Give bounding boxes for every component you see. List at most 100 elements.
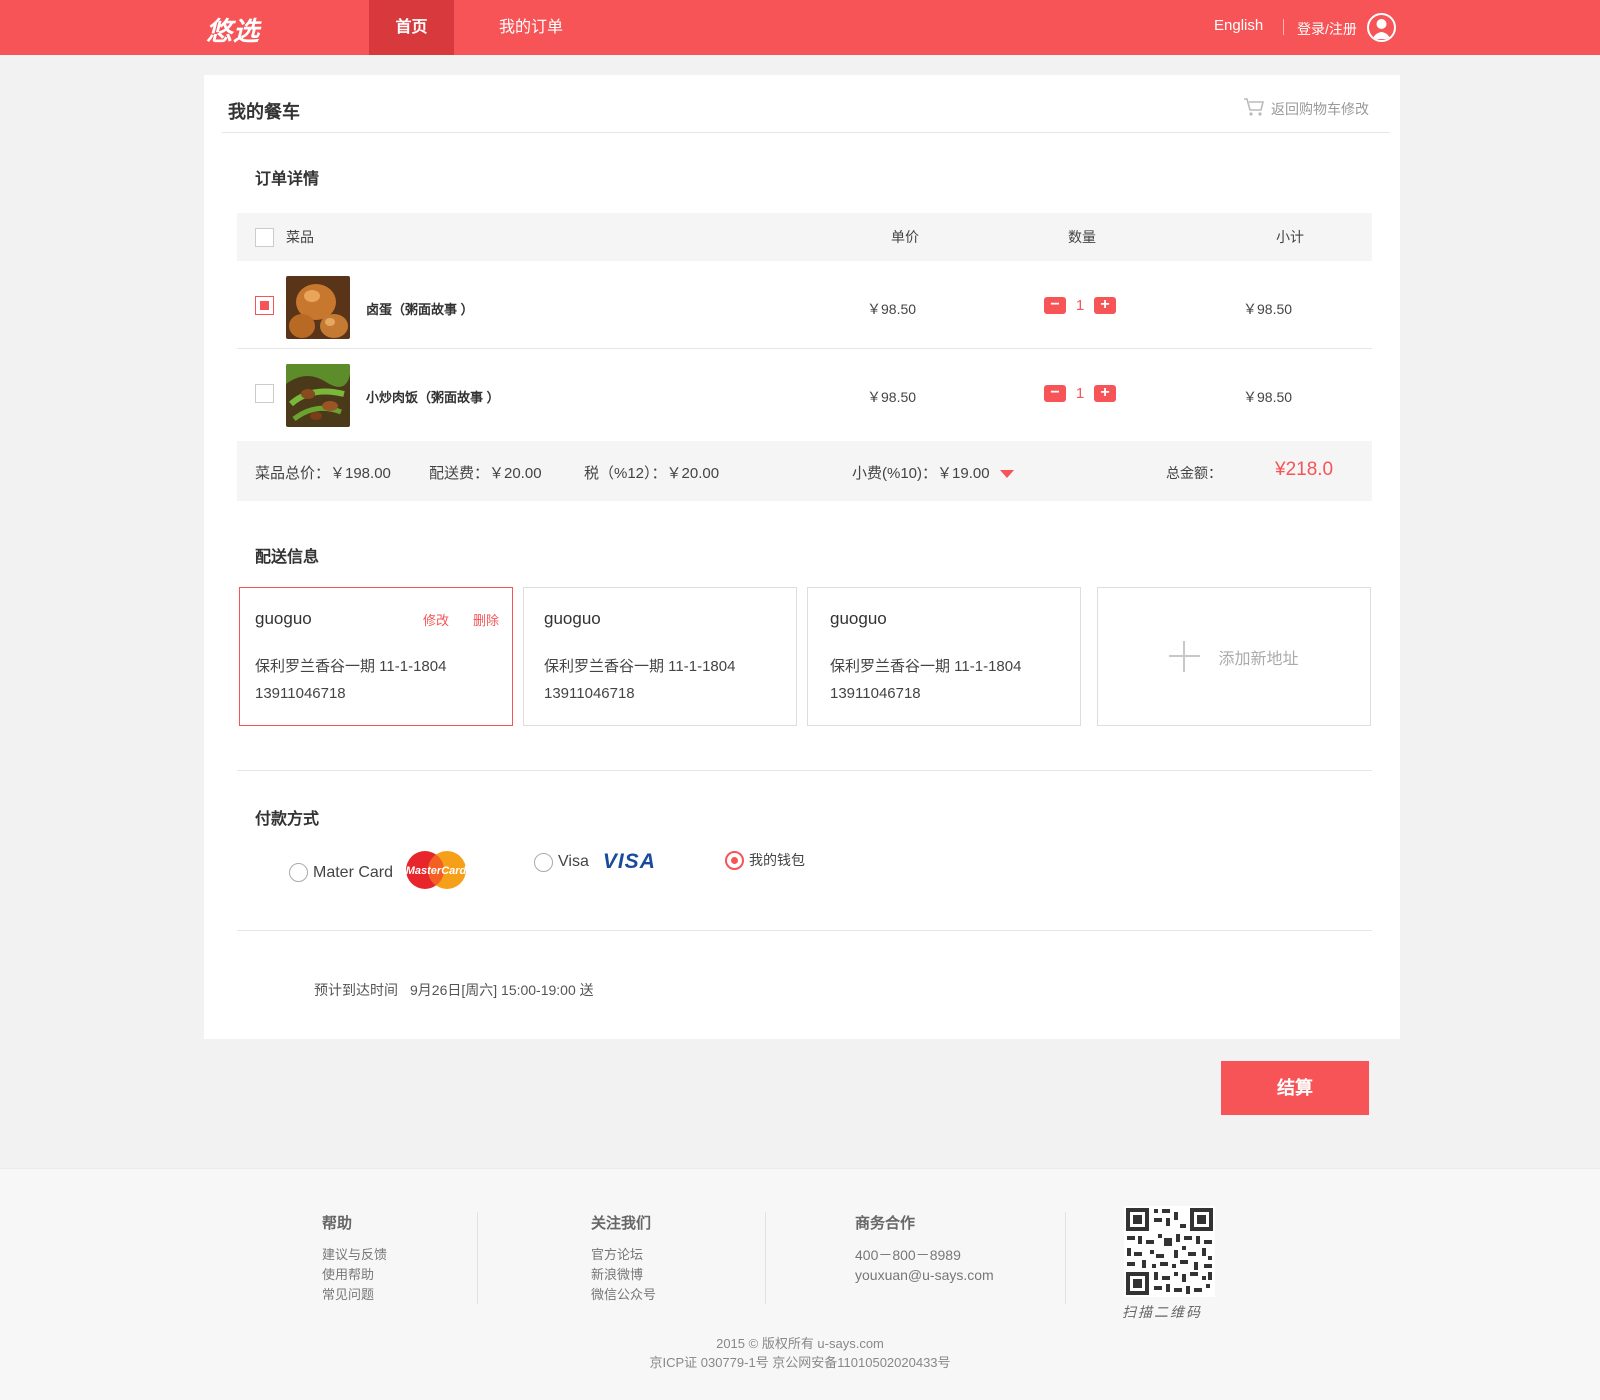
dish-name: 卤蛋（粥面故事 ） xyxy=(366,302,474,317)
delivery-fee: 配送费：￥20.00 xyxy=(429,465,542,482)
delete-address-link[interactable]: 删除 xyxy=(473,610,499,629)
address-phone: 13911046718 xyxy=(830,685,921,702)
delivery-info-title: 配送信息 xyxy=(255,549,320,566)
decrease-button[interactable]: − xyxy=(1044,385,1066,402)
mastercard-logo: MasterCard xyxy=(404,850,468,895)
address-name: guoguo xyxy=(830,609,887,628)
footer-divider xyxy=(477,1212,478,1304)
divider xyxy=(237,930,1372,931)
table-row: 小炒肉饭（粥面故事 ） ￥98.50 − 1 + ￥98.50 xyxy=(237,349,1372,437)
divider xyxy=(237,770,1372,771)
eta-label: 预计到达时间 xyxy=(314,982,398,998)
increase-button[interactable]: + xyxy=(1094,385,1116,402)
order-summary: 菜品总价：￥198.00 配送费：￥20.00 税（%12）：￥20.00 小费… xyxy=(237,441,1372,501)
tip-value: 小费(%10)：￥19.00 xyxy=(852,465,990,482)
footer-business-title: 商务合作 xyxy=(855,1215,916,1232)
footer-link[interactable]: 新浪微博 xyxy=(591,1265,656,1285)
order-details-title: 订单详情 xyxy=(255,171,320,188)
language-switch[interactable]: English xyxy=(1214,17,1263,34)
radio-button[interactable] xyxy=(289,863,308,882)
payment-method-title: 付款方式 xyxy=(255,811,320,828)
payment-option-mastercard[interactable]: Mater Card MasterCard xyxy=(289,850,468,895)
tip-selector[interactable]: 小费(%10)：￥19.00 xyxy=(852,462,1014,483)
eta-value: 9月26日[周六] 15:00-19:00 送 xyxy=(410,982,594,998)
address-phone: 13911046718 xyxy=(544,685,635,702)
login-register-link[interactable]: 登录/注册 xyxy=(1297,19,1357,39)
payment-option-visa[interactable]: Visa VISA xyxy=(534,850,656,874)
user-avatar-icon[interactable] xyxy=(1367,13,1396,42)
footer-link[interactable]: 官方论坛 xyxy=(591,1245,656,1265)
address-card[interactable]: guoguo 保利罗兰香谷一期 11-1-1804 13911046718 xyxy=(523,587,797,726)
footer-link[interactable]: 常见问题 xyxy=(322,1285,387,1305)
business-phone: 400－800－8989 xyxy=(855,1247,961,1263)
address-name: guoguo xyxy=(255,609,312,628)
payment-label: Visa xyxy=(558,853,589,870)
edit-address-link[interactable]: 修改 xyxy=(423,610,449,629)
quantity-stepper: − 1 + xyxy=(1044,385,1116,402)
payment-label: Mater Card xyxy=(313,863,394,881)
address-phone: 13911046718 xyxy=(255,685,346,702)
add-address-label: 添加新地址 xyxy=(1218,650,1299,668)
back-to-cart-link[interactable]: 返回购物车修改 xyxy=(1243,97,1369,120)
plus-icon xyxy=(1169,641,1201,672)
visa-logo: VISA xyxy=(602,850,656,873)
footer-divider xyxy=(765,1212,766,1304)
nav-separator xyxy=(1283,19,1284,35)
copyright-line: 2015 © 版权所有 u-says.com xyxy=(716,1336,884,1351)
total-amount: ¥218.0 xyxy=(1275,459,1334,480)
footer-help-title: 帮助 xyxy=(322,1215,353,1232)
dishes-total: 菜品总价：￥198.00 xyxy=(255,465,391,482)
qr-code xyxy=(1124,1206,1215,1297)
mastercard-logo-text: MasterCard xyxy=(406,865,467,877)
checkout-button[interactable]: 结算 xyxy=(1221,1061,1369,1115)
total-label: 总金额： xyxy=(1166,465,1222,481)
footer-follow-title: 关注我们 xyxy=(591,1215,652,1232)
decrease-button[interactable]: − xyxy=(1044,297,1066,314)
dish-image xyxy=(286,276,350,339)
footer-link[interactable]: 微信公众号 xyxy=(591,1285,656,1305)
col-quantity: 数量 xyxy=(1068,229,1096,245)
caret-down-icon[interactable] xyxy=(999,470,1014,479)
business-email[interactable]: youxuan@u-says.com xyxy=(855,1265,994,1285)
top-navbar: 悠选 首页 我的订单 English 登录/注册 xyxy=(0,0,1600,55)
dish-name: 小炒肉饭（粥面故事 ） xyxy=(366,390,500,405)
address-card[interactable]: guoguo 保利罗兰香谷一期 11-1-1804 13911046718 xyxy=(807,587,1081,726)
footer-link[interactable]: 建议与反馈 xyxy=(322,1245,387,1265)
dish-image xyxy=(286,364,350,427)
payment-label: 我的钱包 xyxy=(749,852,805,868)
table-row: 卤蛋（粥面故事 ） ￥98.50 − 1 + ￥98.50 xyxy=(237,261,1372,349)
select-all-checkbox[interactable] xyxy=(255,228,274,247)
logo[interactable]: 悠选 xyxy=(206,11,260,48)
nav-home[interactable]: 首页 xyxy=(369,0,454,55)
quantity-stepper: − 1 + xyxy=(1044,297,1116,314)
add-address-card[interactable]: 添加新地址 xyxy=(1097,587,1371,726)
address-card-selected[interactable]: guoguo 修改 删除 保利罗兰香谷一期 11-1-1804 13911046… xyxy=(239,587,513,726)
increase-button[interactable]: + xyxy=(1094,297,1116,314)
footer-link[interactable]: 使用帮助 xyxy=(322,1265,387,1285)
radio-button[interactable] xyxy=(534,852,553,872)
footer-help: 帮助 建议与反馈 使用帮助 常见问题 xyxy=(322,1212,387,1305)
col-dish: 菜品 xyxy=(286,229,314,245)
footer-divider xyxy=(1065,1212,1066,1304)
icp-line: 京ICP证 030779-1号 京公网安备11010502020433号 xyxy=(649,1355,951,1370)
nav-my-orders[interactable]: 我的订单 xyxy=(485,0,577,55)
quantity-value: 1 xyxy=(1075,297,1085,314)
cart-card: 我的餐车 返回购物车修改 订单详情 菜品 单价 数量 小计 卤蛋（粥面故事 ） … xyxy=(204,75,1400,1039)
unit-price: ￥98.50 xyxy=(867,389,917,405)
row-checkbox[interactable] xyxy=(255,296,274,315)
address-line: 保利罗兰香谷一期 11-1-1804 xyxy=(830,658,1022,675)
row-checkbox[interactable] xyxy=(255,384,274,403)
row-subtotal: ￥98.50 xyxy=(1243,301,1293,317)
order-table-header: 菜品 单价 数量 小计 xyxy=(237,213,1372,261)
col-unit-price: 单价 xyxy=(891,229,919,245)
address-line: 保利罗兰香谷一期 11-1-1804 xyxy=(255,658,447,675)
footer-follow: 关注我们 官方论坛 新浪微博 微信公众号 xyxy=(591,1212,656,1305)
copyright: 2015 © 版权所有 u-says.com 京ICP证 030779-1号 京… xyxy=(0,1334,1600,1372)
col-subtotal: 小计 xyxy=(1276,229,1304,245)
radio-button-selected[interactable] xyxy=(725,850,744,870)
back-to-cart-label: 返回购物车修改 xyxy=(1271,100,1369,117)
payment-option-wallet[interactable]: 我的钱包 xyxy=(725,850,805,870)
footer-business: 商务合作 400－800－8989 youxuan@u-says.com xyxy=(855,1212,994,1285)
row-subtotal: ￥98.50 xyxy=(1243,389,1293,405)
address-name: guoguo xyxy=(544,609,601,628)
